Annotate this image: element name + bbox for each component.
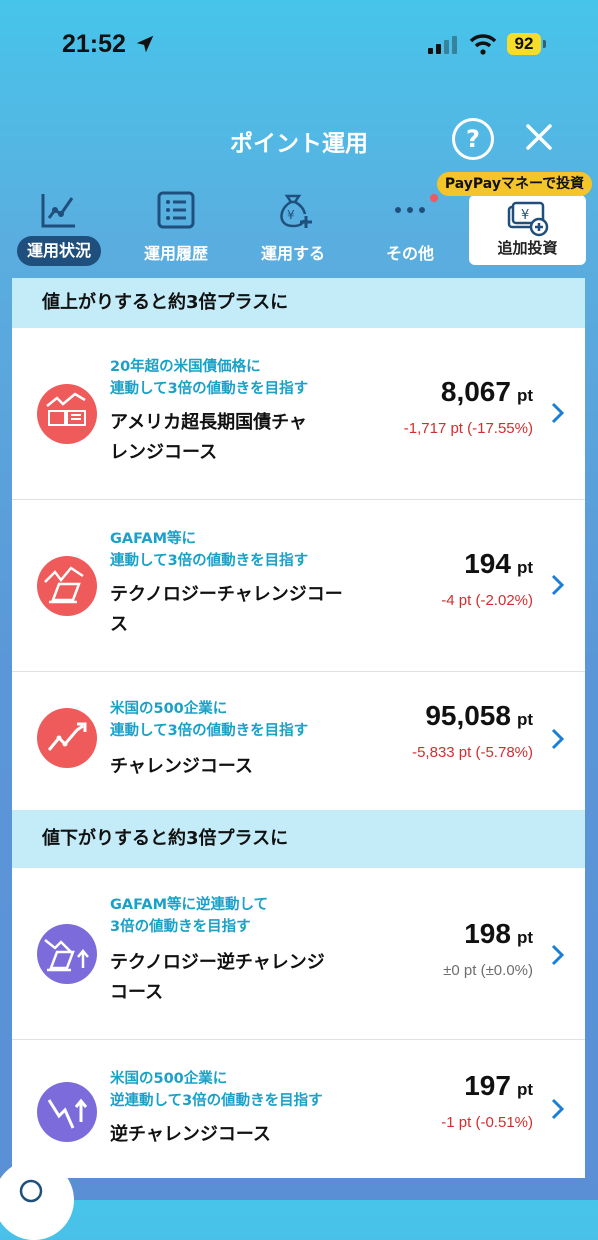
nav-tab-invest[interactable]: ¥ 運用する bbox=[243, 190, 343, 270]
location-arrow-icon bbox=[136, 35, 154, 53]
status-bar: 21:52 92 bbox=[0, 0, 598, 90]
course-name-line: テクノロジーチャレンジコー bbox=[110, 584, 343, 605]
course-description-line: 連動して3倍の値動きを目指す bbox=[110, 553, 309, 569]
course-change: ±0 pt (±0.0%) bbox=[443, 962, 533, 979]
course-row[interactable]: GAFAM等に逆連動して 3倍の値動きを目指す テクノロジー逆チャレンジ コース… bbox=[12, 868, 585, 1040]
course-value: 95,058 pt bbox=[425, 700, 533, 732]
course-value: 8,067 pt bbox=[441, 376, 533, 408]
nav-tab-status[interactable]: 運用状況 bbox=[9, 190, 109, 270]
battery-indicator: 92 bbox=[507, 33, 541, 55]
help-button[interactable]: ? bbox=[452, 118, 494, 160]
course-value: 194 pt bbox=[464, 548, 533, 580]
chart-line-icon bbox=[41, 194, 75, 228]
course-change: -1,717 pt (-17.55%) bbox=[403, 420, 533, 437]
course-description-line: GAFAM等に逆連動して bbox=[110, 897, 269, 913]
course-name-line: テクノロジー逆チャレンジ bbox=[110, 952, 325, 973]
course-description-line: GAFAM等に bbox=[110, 531, 197, 547]
course-value-number: 95,058 bbox=[425, 700, 511, 731]
status-time: 21:52 bbox=[62, 30, 126, 58]
course-name-line: アメリカ超長期国債チャ bbox=[110, 412, 307, 433]
course-description-line: 連動して3倍の値動きを目指す bbox=[110, 381, 309, 397]
course-row[interactable]: GAFAM等に 連動して3倍の値動きを目指す テクノロジーチャレンジコー ス 1… bbox=[12, 500, 585, 672]
course-value-unit: pt bbox=[516, 710, 533, 729]
course-row[interactable]: 米国の500企業に 連動して3倍の値動きを目指す チャレンジコース 95,058… bbox=[12, 672, 585, 810]
more-dots-icon bbox=[395, 207, 425, 213]
additional-invest-label: 追加投資 bbox=[497, 239, 558, 257]
course-change: -1 pt (-0.51%) bbox=[441, 1114, 533, 1131]
yen-bill-plus-icon: ¥ bbox=[507, 201, 549, 237]
course-value: 198 pt bbox=[464, 918, 533, 950]
additional-invest-button[interactable]: ¥ 追加投資 bbox=[469, 195, 586, 265]
wifi-icon bbox=[470, 34, 496, 55]
course-description-line: 逆連動して3倍の値動きを目指す bbox=[110, 1093, 323, 1109]
course-change: -4 pt (-2.02%) bbox=[441, 592, 533, 609]
course-description-line: 連動して3倍の値動きを目指す bbox=[110, 723, 309, 739]
nav-tab-more[interactable]: その他 bbox=[360, 190, 460, 270]
course-name-line: レンジコース bbox=[110, 442, 218, 463]
nav-label-status: 運用状況 bbox=[17, 236, 101, 266]
notification-dot bbox=[430, 194, 438, 202]
nav-label-history: 運用履歴 bbox=[143, 244, 208, 263]
course-description-line: 3倍の値動きを目指す bbox=[110, 919, 251, 935]
chevron-right-icon bbox=[551, 728, 565, 750]
course-list-panel: 値上がりすると約3倍プラスに 20年超の米国債価格に 連動して3倍の値動きを目指… bbox=[12, 278, 585, 1178]
trend-up-icon bbox=[37, 708, 97, 768]
course-name-line: ス bbox=[110, 614, 128, 635]
floating-refresh-button[interactable] bbox=[0, 1160, 74, 1240]
course-value-unit: pt bbox=[516, 1080, 533, 1099]
svg-text:¥: ¥ bbox=[521, 208, 529, 223]
chevron-right-icon bbox=[551, 574, 565, 596]
course-description-line: 米国の500企業に bbox=[110, 701, 228, 717]
course-name-line: チャレンジコース bbox=[110, 756, 253, 777]
course-name-line: コース bbox=[110, 982, 164, 1003]
course-value-number: 197 bbox=[464, 1070, 511, 1101]
nav-label-more: その他 bbox=[385, 244, 434, 263]
bond-chart-icon bbox=[37, 384, 97, 444]
chevron-right-icon bbox=[551, 944, 565, 966]
cellular-signal-icon bbox=[428, 36, 457, 54]
section-header-bull: 値上がりすると約3倍プラスに bbox=[12, 278, 585, 328]
laptop-inverse-icon bbox=[37, 924, 97, 984]
page-title: ポイント運用 bbox=[230, 131, 368, 157]
svg-text:¥: ¥ bbox=[287, 208, 295, 222]
section-header-bear: 値下がりすると約3倍プラスに bbox=[12, 810, 585, 868]
course-value: 197 pt bbox=[464, 1070, 533, 1102]
course-value-unit: pt bbox=[516, 386, 533, 405]
trend-down-icon bbox=[37, 1082, 97, 1142]
course-description-line: 米国の500企業に bbox=[110, 1071, 228, 1087]
nav-label-invest: 運用する bbox=[260, 244, 325, 263]
chevron-right-icon bbox=[551, 1098, 565, 1120]
course-value-number: 194 bbox=[464, 548, 511, 579]
battery-cap bbox=[543, 40, 546, 48]
chevron-right-icon bbox=[551, 402, 565, 424]
refresh-icon bbox=[19, 1179, 43, 1203]
close-icon[interactable] bbox=[522, 120, 556, 154]
course-value-unit: pt bbox=[516, 558, 533, 577]
course-value-number: 8,067 bbox=[440, 376, 511, 407]
list-icon bbox=[157, 191, 195, 229]
laptop-chart-icon bbox=[37, 556, 97, 616]
money-bag-plus-icon: ¥ bbox=[280, 194, 312, 228]
paypay-promo-badge: PayPayマネーで投資 bbox=[437, 172, 592, 196]
nav-tab-history[interactable]: 運用履歴 bbox=[126, 190, 226, 270]
course-row[interactable]: 20年超の米国債価格に 連動して3倍の値動きを目指す アメリカ超長期国債チャ レ… bbox=[12, 328, 585, 500]
course-value-unit: pt bbox=[516, 928, 533, 947]
course-row[interactable]: 米国の500企業に 逆連動して3倍の値動きを目指す 逆チャレンジコース 197 p… bbox=[12, 1040, 585, 1178]
course-change: -5,833 pt (-5.78%) bbox=[412, 744, 533, 761]
course-value-number: 198 bbox=[464, 918, 511, 949]
course-name-line: 逆チャレンジコース bbox=[110, 1124, 271, 1145]
course-description-line: 20年超の米国債価格に bbox=[110, 359, 261, 375]
